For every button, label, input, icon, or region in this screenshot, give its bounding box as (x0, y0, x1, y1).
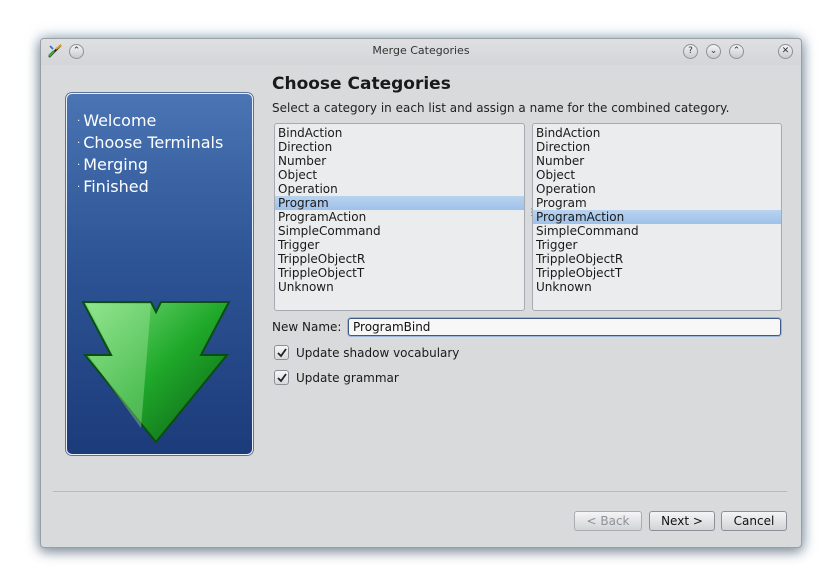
list-item[interactable]: TrippleObjectR (533, 252, 781, 266)
wizard-steps: · Welcome · Choose Terminals · Merging · Fin… (77, 110, 223, 198)
list-splitter-handle[interactable]: ⋮ (527, 209, 536, 221)
update-shadow-vocabulary-row[interactable]: Update shadow vocabulary (274, 345, 459, 360)
list-item[interactable]: Direction (275, 140, 524, 154)
list-item[interactable]: ProgramAction (275, 210, 524, 224)
close-button[interactable]: ✕ (778, 44, 793, 59)
list-item[interactable]: TrippleObjectT (533, 266, 781, 280)
list-item[interactable]: Operation (533, 182, 781, 196)
help-icon: ? (688, 46, 693, 56)
list-item[interactable]: Trigger (533, 238, 781, 252)
step-merging: · Merging (77, 155, 149, 174)
page-subtitle: Select a category in each list and assig… (272, 101, 730, 115)
list-item[interactable]: TrippleObjectR (275, 252, 524, 266)
list-item[interactable]: Number (275, 154, 524, 168)
list-item[interactable]: Unknown (275, 280, 524, 294)
list-item[interactable]: BindAction (275, 126, 524, 140)
chevron-down-icon: ⌄ (709, 46, 718, 56)
new-name-label: New Name: (272, 320, 342, 334)
maximize-button[interactable]: ⌃ (729, 44, 744, 59)
list-item[interactable]: SimpleCommand (533, 224, 781, 238)
list-item[interactable]: TrippleObjectT (275, 266, 524, 280)
list-item[interactable]: Direction (533, 140, 781, 154)
step-finished: · Finished (77, 177, 149, 196)
update-shadow-vocabulary-checkbox[interactable] (274, 345, 289, 360)
list-item[interactable]: SimpleCommand (275, 224, 524, 238)
update-grammar-label: Update grammar (296, 370, 399, 385)
minimize-button[interactable]: ⌄ (706, 44, 721, 59)
title-bar[interactable]: ⌃ Merge Categories ? ⌄ ⌃ ✕ (41, 39, 801, 65)
list-item[interactable]: Object (533, 168, 781, 182)
divider (53, 491, 787, 492)
merge-arrow-icon (81, 301, 231, 444)
list-item[interactable]: Number (533, 154, 781, 168)
list-item[interactable]: Trigger (275, 238, 524, 252)
help-button[interactable]: ? (683, 44, 698, 59)
list-item[interactable]: Program (275, 196, 524, 210)
chevron-up-icon: ⌃ (732, 46, 741, 56)
next-button[interactable]: Next > (649, 511, 715, 531)
checkmark-icon (277, 348, 287, 358)
list-item[interactable]: BindAction (533, 126, 781, 140)
step-choose-terminals: · Choose Terminals (77, 133, 224, 152)
list-item[interactable]: Object (275, 168, 524, 182)
cancel-button[interactable]: Cancel (721, 511, 787, 531)
update-shadow-vocabulary-label: Update shadow vocabulary (296, 345, 460, 360)
page-heading: Choose Categories (272, 74, 451, 94)
list-item[interactable]: Program (533, 196, 781, 210)
update-grammar-row[interactable]: Update grammar (274, 370, 399, 385)
list-item[interactable]: ProgramAction (533, 210, 781, 224)
back-button[interactable]: < Back (574, 511, 642, 531)
checkmark-icon (277, 373, 287, 383)
left-category-list[interactable]: BindAction Direction Number Object Operation… (274, 123, 525, 311)
update-grammar-checkbox[interactable] (274, 370, 289, 385)
step-welcome: · Welcome (77, 111, 157, 130)
right-category-list[interactable]: BindAction Direction Number Object Operation… (532, 123, 782, 311)
list-item[interactable]: Unknown (533, 280, 781, 294)
new-name-input[interactable] (348, 318, 781, 336)
list-item[interactable]: Operation (275, 182, 524, 196)
merge-categories-dialog: ⌃ Merge Categories ? ⌄ ⌃ ✕ · Welcome · Cho… (40, 38, 802, 548)
close-icon: ✕ (781, 46, 790, 56)
wizard-sidebar: · Welcome · Choose Terminals · Merging · Fin… (66, 93, 253, 455)
